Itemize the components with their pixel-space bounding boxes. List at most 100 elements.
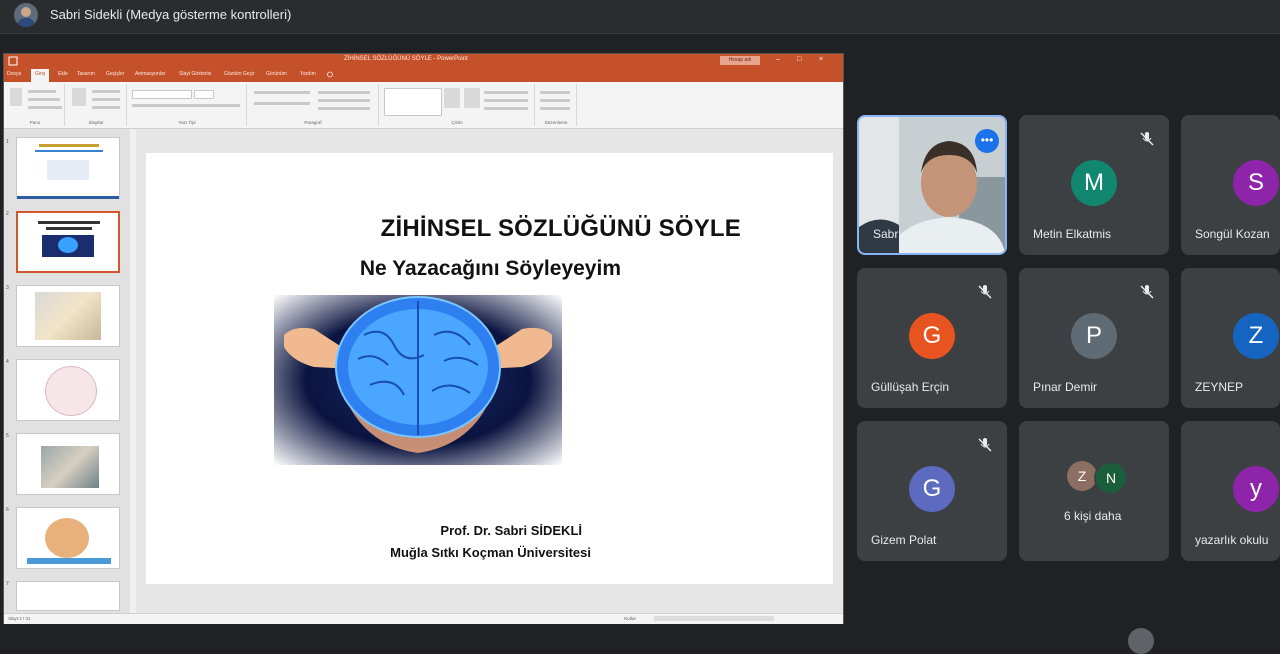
slide-thumbnail[interactable]	[16, 285, 120, 347]
slide-number: 7	[6, 581, 9, 587]
more-participants-tile[interactable]: Z N 6 kişi daha	[1019, 421, 1169, 561]
avatar: y	[1233, 466, 1279, 512]
slide-number: 2	[6, 211, 9, 217]
minimize-icon[interactable]: –	[776, 56, 780, 63]
tab-view[interactable]: Görünüm	[266, 71, 287, 77]
participant-tile[interactable]: M Metin Elkatmis	[1019, 115, 1169, 255]
ppt-status-bar: Slayt 2 / 31 Notlar	[4, 613, 843, 624]
shape-effects-button[interactable]	[484, 107, 528, 110]
font-format-buttons[interactable]	[132, 104, 240, 107]
slide-thumbnails-pane: 1 2 3 4 5 6 7	[4, 129, 132, 613]
smartart-button[interactable]	[318, 107, 370, 110]
reset-button[interactable]	[92, 98, 120, 101]
participant-tile[interactable]: Z ZEYNEP	[1181, 268, 1280, 408]
avatar: Z	[1233, 313, 1279, 359]
slide-canvas: ZİHİNSEL SÖZLÜĞÜNÜ SÖYLE Ne Yazacağını S…	[137, 129, 843, 613]
participant-tile[interactable]: S Songül Kozan	[1181, 115, 1280, 255]
lightbulb-icon[interactable]	[326, 71, 334, 79]
ribbon-group-label: Slaytlar	[88, 120, 104, 125]
participant-tile[interactable]: P Pınar Demir	[1019, 268, 1169, 408]
tab-file[interactable]: Dosya	[7, 71, 21, 77]
format-painter-button[interactable]	[28, 106, 62, 109]
participant-tile[interactable]: G Güllüşah Erçin	[857, 268, 1007, 408]
participant-name: Güllüşah Erçin	[871, 380, 950, 394]
more-options-button[interactable]: •••	[975, 129, 999, 153]
tab-animations[interactable]: Animasyonlar	[135, 71, 165, 77]
participant-name: ZEYNEP	[1195, 380, 1244, 394]
participant-name: Pınar Demir	[1033, 380, 1098, 394]
align-text-button[interactable]	[318, 99, 370, 102]
font-name-select[interactable]	[132, 90, 192, 99]
tab-transitions[interactable]: Geçişler	[106, 71, 124, 77]
ppt-title-bar: ZİHİNSEL SÖZLÜĞÜNÜ SÖYLE - PowerPoint He…	[4, 54, 843, 68]
notes-button[interactable]: Notlar	[624, 616, 636, 621]
tab-design[interactable]: Tasarım	[77, 71, 95, 77]
participant-count-badge[interactable]	[1128, 628, 1154, 654]
participant-name: Songül Kozan	[1195, 227, 1270, 241]
new-slide-button[interactable]	[72, 88, 86, 106]
tab-insert[interactable]: Ekle	[58, 71, 68, 77]
tab-home[interactable]: Giriş	[31, 69, 50, 82]
quick-styles-button[interactable]	[464, 88, 480, 108]
align-buttons[interactable]	[254, 102, 310, 105]
mic-off-icon	[1140, 285, 1154, 299]
slide-number: 6	[6, 507, 9, 513]
slide-university: Muğla Sıtkı Koçman Üniversitesi	[390, 545, 591, 560]
section-button[interactable]	[92, 106, 120, 109]
slide-thumbnail[interactable]	[16, 433, 120, 495]
slide-title: ZİHİNSEL SÖZLÜĞÜNÜ SÖYLE	[380, 215, 741, 242]
slide-thumbnail[interactable]	[16, 137, 120, 199]
tab-review[interactable]: Gözden Geçir	[224, 71, 255, 77]
avatar: Z	[1067, 461, 1097, 491]
current-slide[interactable]: ZİHİNSEL SÖZLÜĞÜNÜ SÖYLE Ne Yazacağını S…	[146, 153, 833, 584]
more-participants-label: 6 kişi daha	[1064, 509, 1122, 523]
participant-tile-video[interactable]: ••• Sabri Sidekli	[857, 115, 1007, 255]
maximize-icon[interactable]: □	[797, 56, 801, 63]
find-button[interactable]	[540, 91, 570, 94]
shape-fill-button[interactable]	[484, 91, 528, 94]
text-direction-button[interactable]	[318, 91, 370, 94]
ribbon-group-editing: Düzenleme	[536, 84, 577, 126]
slide-author: Prof. Dr. Sabri SİDEKLİ	[440, 523, 582, 538]
save-icon[interactable]	[8, 56, 18, 66]
slide-counter: Slayt 2 / 31	[8, 616, 31, 621]
list-buttons[interactable]	[254, 91, 310, 94]
presenter-avatar	[14, 3, 38, 27]
slide-thumbnail[interactable]	[16, 507, 120, 569]
avatar: P	[1071, 313, 1117, 359]
slide-thumbnail-selected[interactable]	[16, 211, 120, 273]
tab-slideshow[interactable]: Slayt Gösterisi	[179, 71, 211, 77]
layout-button[interactable]	[92, 90, 120, 93]
arrange-button[interactable]	[444, 88, 460, 108]
slide-number: 1	[6, 139, 9, 145]
font-size-select[interactable]	[194, 90, 214, 99]
avatar: G	[909, 313, 955, 359]
close-icon[interactable]: ×	[819, 56, 823, 63]
slide-thumbnail[interactable]	[16, 359, 120, 421]
ribbon-group-label: Çizim	[451, 120, 463, 125]
cut-button[interactable]	[28, 90, 56, 93]
replace-button[interactable]	[540, 99, 570, 102]
participant-tile[interactable]: G Gizem Polat	[857, 421, 1007, 561]
avatar: N	[1094, 461, 1128, 495]
slide-number: 3	[6, 285, 9, 291]
tab-help[interactable]: Yardım	[300, 71, 316, 77]
ppt-window-title: ZİHİNSEL SÖZLÜĞÜNÜ SÖYLE - PowerPoint	[344, 56, 468, 62]
ppt-account-button[interactable]: Hesap adı	[720, 56, 760, 65]
ribbon-group-label: Düzenleme	[544, 120, 568, 125]
presenter-title[interactable]: Sabri Sidekli (Medya gösterme kontroller…	[50, 7, 291, 22]
select-button[interactable]	[540, 107, 570, 110]
paste-button[interactable]	[10, 88, 22, 106]
ribbon-group-label: Paragraf	[304, 120, 322, 125]
ribbon-group-paragraph: Paragraf	[248, 84, 379, 126]
mic-off-icon	[978, 438, 992, 452]
shapes-gallery[interactable]	[384, 88, 442, 116]
slide-thumbnail[interactable]	[16, 581, 120, 611]
zoom-slider[interactable]	[654, 616, 774, 621]
ribbon-group-slides: Slaytlar	[66, 84, 127, 126]
copy-button[interactable]	[28, 98, 60, 101]
thumbnails-scrollbar[interactable]	[130, 129, 136, 613]
participant-tile[interactable]: y yazarlık okulu	[1181, 421, 1280, 561]
shape-outline-button[interactable]	[484, 99, 528, 102]
slide-number: 4	[6, 359, 9, 365]
